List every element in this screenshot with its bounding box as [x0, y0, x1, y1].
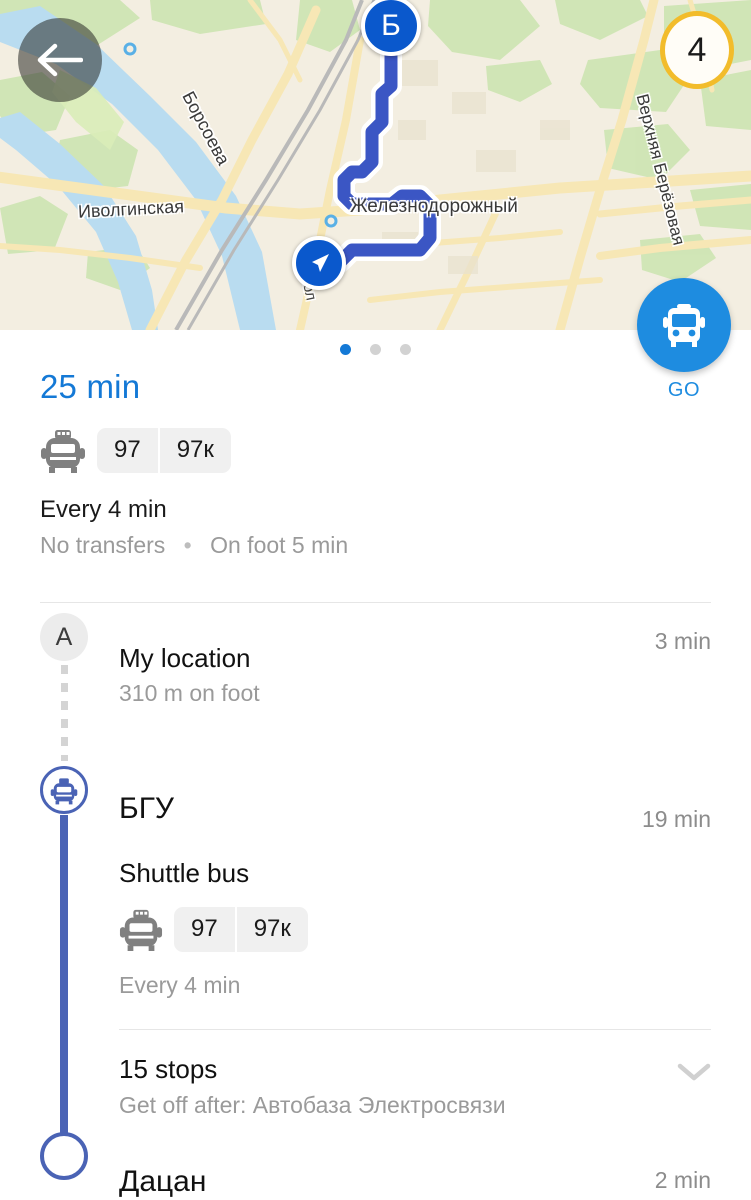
- transit-solid-line: [60, 815, 68, 1135]
- route-badge[interactable]: 97: [97, 427, 158, 473]
- end-stop-title: Дацан: [119, 1165, 207, 1198]
- summary-details: No transfers • On foot 5 min: [40, 532, 711, 559]
- arrow-left-icon: [37, 43, 83, 77]
- itinerary: A My location 310 m on foot 3 min БГУ 19…: [0, 603, 751, 1199]
- navigation-arrow-icon: [312, 254, 329, 272]
- summary-on-foot: On foot 5 min: [210, 532, 349, 558]
- traffic-level-badge[interactable]: 4: [660, 11, 734, 89]
- minibus-icon: [41, 430, 85, 473]
- route-badge[interactable]: 97: [174, 906, 235, 952]
- itinerary-row-board[interactable]: БГУ 19 min: [119, 792, 751, 832]
- itinerary-row-start[interactable]: My location 310 m on foot 3 min: [119, 626, 751, 707]
- end-duration: 2 min: [654, 1167, 711, 1193]
- board-node-icon: [40, 766, 88, 814]
- my-position-marker[interactable]: [292, 236, 346, 290]
- start-node-letter: A: [55, 622, 73, 651]
- summary-transfers: No transfers: [40, 532, 166, 558]
- pager-dot-3[interactable]: [400, 344, 411, 355]
- chevron-down-icon: [677, 1063, 711, 1081]
- minibus-icon: [119, 909, 163, 951]
- destination-marker-label: Б: [381, 9, 401, 42]
- summary-route-badges: 97 97к: [97, 427, 231, 473]
- pager-dot-2[interactable]: [370, 344, 381, 355]
- stops-section[interactable]: 15 stops Get off after: Автобаза Электро…: [119, 1054, 751, 1119]
- walking-dashed-line: [61, 665, 68, 761]
- itinerary-rail: A: [40, 603, 88, 1199]
- leg-route-badges: 97 97к: [174, 906, 308, 952]
- start-subtitle: 310 m on foot: [119, 680, 260, 706]
- summary-routes-row: 97 97к: [40, 426, 711, 474]
- expand-stops-button[interactable]: [677, 1062, 711, 1087]
- transit-mode-label: Shuttle bus: [119, 858, 250, 888]
- itinerary-row-end[interactable]: Дацан 2 min: [119, 1165, 751, 1199]
- start-title: My location: [119, 643, 251, 673]
- board-duration: 19 min: [641, 806, 711, 832]
- go-button[interactable]: GO: [635, 278, 733, 402]
- leg-frequency: Every 4 min: [119, 972, 241, 998]
- back-button[interactable]: [18, 18, 102, 102]
- go-button-label: GO: [667, 379, 701, 401]
- stops-count: 15 stops: [119, 1054, 218, 1084]
- route-details-sheet: 25 min 97 97к Every 4 min No transfers •…: [0, 330, 751, 1200]
- transit-route-screen: Железнодорожный Иволгинская Борсоева Вер…: [0, 0, 751, 1200]
- leg-routes-row: 97 97к: [119, 906, 711, 952]
- go-button-circle: [637, 278, 731, 372]
- get-off-hint: Get off after: Автобаза Электросвязи: [119, 1092, 506, 1118]
- summary-frequency: Every 4 min: [40, 496, 167, 523]
- route-badge[interactable]: 97к: [157, 427, 231, 473]
- end-node-circle: [40, 1132, 88, 1180]
- minibus-stop-icon: [50, 777, 78, 804]
- transit-leg: Shuttle bus 97 97к Every 4 min: [119, 858, 751, 999]
- route-badge[interactable]: 97к: [234, 906, 308, 952]
- summary-separator: •: [183, 532, 192, 558]
- route-eta: 25 min: [40, 368, 141, 405]
- bus-icon: [663, 304, 705, 347]
- board-stop-title: БГУ: [119, 792, 174, 825]
- start-duration: 3 min: [654, 628, 711, 654]
- leg-divider: [119, 1029, 711, 1030]
- start-node-badge: A: [40, 613, 88, 661]
- pager-dot-1[interactable]: [340, 344, 351, 355]
